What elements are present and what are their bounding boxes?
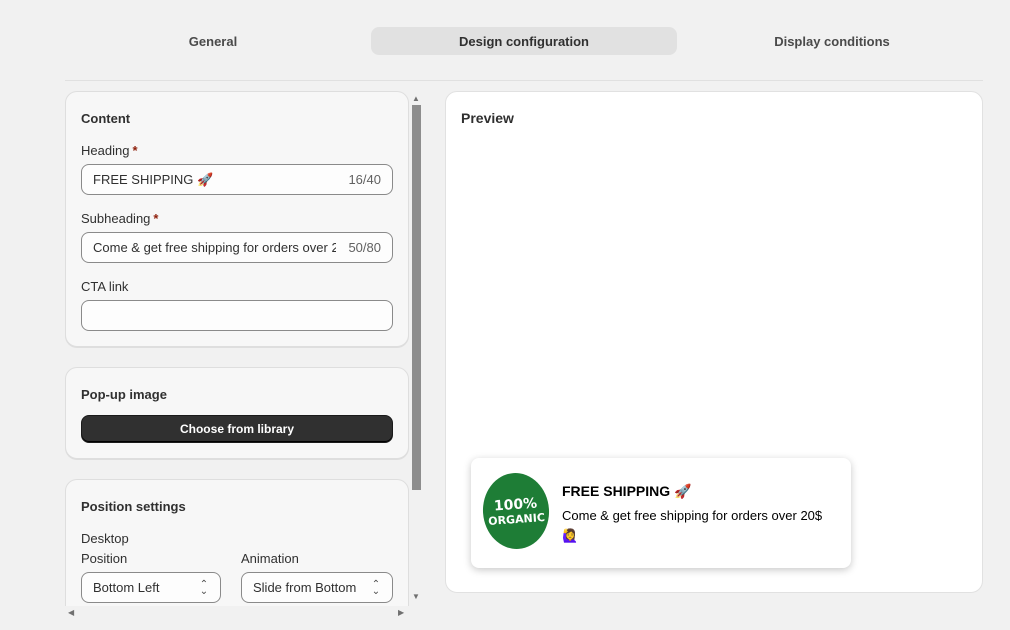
desktop-label: Desktop [81,531,129,546]
select-chevron-icon: ⌃ ⌄ [199,578,209,597]
settings-panel[interactable]: Content Heading * FREE SHIPPING 🚀 16/40 S… [65,91,410,606]
subheading-label-text: Subheading [81,211,151,226]
vertical-scrollbar[interactable]: ▲ ▼ [410,91,424,606]
scroll-down-arrow-icon[interactable]: ▼ [412,592,420,601]
required-mark: * [132,143,138,158]
position-label: Position [81,551,128,566]
tab-display-conditions[interactable]: Display conditions [681,27,983,55]
animation-select-value: Slide from Bottom [253,580,357,595]
popup-subheading: Come & get free shipping for orders over… [562,508,823,543]
subheading-input-value: Come & get free shipping for orders over… [93,239,337,255]
divider [65,80,983,81]
animation-select[interactable]: Slide from Bottom ⌃ ⌄ [241,572,393,603]
popup-preview[interactable]: 100% ORGANIC FREE SHIPPING 🚀 Come & get … [471,458,851,568]
position-select-value: Bottom Left [93,580,160,595]
animation-label: Animation [241,551,299,566]
choose-from-library-button[interactable]: Choose from library [81,415,393,443]
scroll-right-arrow-icon[interactable]: ▶ [398,608,404,617]
badge-line-2: ORGANIC [487,510,546,528]
tab-general[interactable]: General [65,27,361,55]
content-card: Content Heading * FREE SHIPPING 🚀 16/40 S… [65,91,409,347]
preview-title: Preview [461,110,514,126]
preview-card: Preview 100% ORGANIC FREE SHIPPING 🚀 Com… [445,91,983,593]
organic-badge-image: 100% ORGANIC [480,470,552,552]
heading-label: Heading * [81,143,138,158]
heading-label-text: Heading [81,143,130,158]
content-title: Content [81,111,131,126]
popup-image-title: Pop-up image [81,387,167,402]
position-select[interactable]: Bottom Left ⌃ ⌄ [81,572,221,603]
tab-bar: General Design configuration Display con… [65,27,983,55]
position-settings-title: Position settings [81,499,186,514]
heading-input[interactable]: FREE SHIPPING 🚀 16/40 [81,164,393,195]
cta-link-input[interactable] [81,300,393,331]
required-mark: * [153,211,159,226]
popup-heading: FREE SHIPPING 🚀 [562,483,692,499]
select-chevron-icon: ⌃ ⌄ [371,578,381,597]
popup-image-card: Pop-up image Choose from library [65,367,409,459]
heading-char-count: 16/40 [348,172,381,187]
subheading-input[interactable]: Come & get free shipping for orders over… [81,232,393,263]
subheading-label: Subheading * [81,211,158,226]
tab-design-configuration[interactable]: Design configuration [371,27,677,55]
scroll-left-arrow-icon[interactable]: ◀ [68,608,74,617]
heading-input-value: FREE SHIPPING 🚀 [93,171,214,187]
subheading-char-count: 50/80 [348,240,381,255]
scroll-up-arrow-icon[interactable]: ▲ [412,94,420,103]
cta-link-label: CTA link [81,279,129,294]
position-settings-card: Position settings Desktop Position Anima… [65,479,409,606]
vertical-scrollbar-thumb[interactable] [412,105,421,490]
